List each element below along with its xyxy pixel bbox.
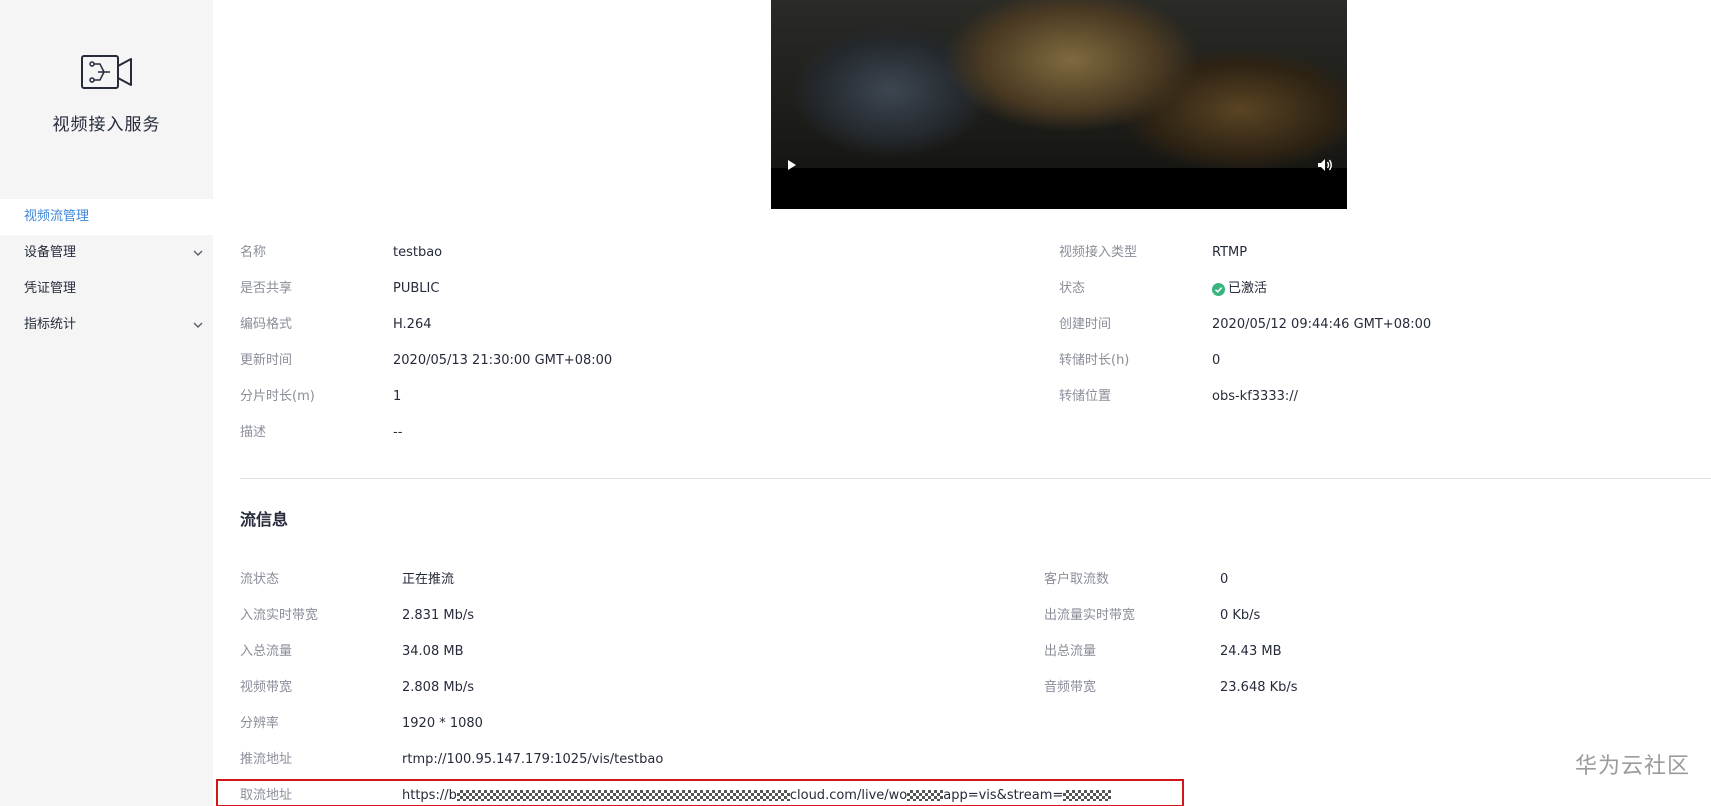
segment-value: 1 [393,389,402,404]
video-controls [771,150,1347,182]
detail-row: 是否共享 PUBLIC 状态 已激活 [240,271,1711,307]
detail-row: 更新时间 2020/05/13 21:30:00 GMT+08:00 转储时长(… [240,343,1711,379]
codec-label: 编码格式 [240,317,293,332]
name-label: 名称 [240,245,267,260]
out-total-label: 出总流量 [1044,644,1097,659]
resolution-value: 1920 * 1080 [402,716,483,731]
in-bandwidth-label: 入流实时带宽 [240,608,319,623]
volume-icon[interactable] [1317,158,1333,175]
watermark: 华为云社区 [1574,754,1690,779]
highlight-box [216,779,1184,806]
segment-label: 分片时长(m) [240,389,315,404]
sidebar-item-metrics[interactable]: 指标统计 [0,307,213,343]
video-bandwidth-value: 2.808 Mb/s [402,680,474,695]
stream-status-value: 正在推流 [402,572,455,587]
dump-duration-value: 0 [1212,353,1221,368]
audio-bandwidth-value: 23.648 Kb/s [1220,680,1298,695]
in-total-value: 34.08 MB [402,644,464,659]
video-player[interactable] [771,0,1347,209]
share-value: PUBLIC [393,281,440,296]
updated-label: 更新时间 [240,353,293,368]
sidebar-item-label: 指标统计 [24,317,77,332]
desc-label: 描述 [240,425,267,440]
sidebar-item-device-management[interactable]: 设备管理 [0,235,213,271]
detail-row: 名称 testbao 视频接入类型 RTMP [240,235,1711,271]
video-frame [771,0,1347,168]
push-url-value[interactable]: rtmp://100.95.147.179:1025/vis/testbao [402,742,663,778]
video-bandwidth-label: 视频带宽 [240,680,293,695]
stream-row: 入流实时带宽 2.831 Mb/s 出流量实时带宽 0 Kb/s [240,598,1711,634]
dump-duration-label: 转储时长(h) [1059,353,1130,368]
section-divider [240,478,1711,479]
resolution-label: 分辨率 [240,716,280,731]
out-bandwidth-value: 0 Kb/s [1220,608,1261,623]
play-icon[interactable] [787,159,797,174]
type-label: 视频接入类型 [1059,245,1138,260]
clients-label: 客户取流数 [1044,572,1110,587]
sidebar-item-label: 凭证管理 [24,281,77,296]
sidebar-item-label: 视频流管理 [24,209,90,224]
stream-row: 推流地址 rtmp://100.95.147.179:1025/vis/test… [240,742,1711,778]
name-value: testbao [393,245,443,260]
service-header: 视频接入服务 [0,52,213,135]
detail-row: 分片时长(m) 1 转储位置 obs-kf3333:// [240,379,1711,415]
stream-row: 视频带宽 2.808 Mb/s 音频带宽 23.648 Kb/s [240,670,1711,706]
detail-row: 编码格式 H.264 创建时间 2020/05/12 09:44:46 GMT+… [240,307,1711,343]
audio-bandwidth-label: 音频带宽 [1044,680,1097,695]
status-badge: 已激活 [1212,271,1267,307]
desc-value: -- [393,425,403,440]
status-text: 已激活 [1228,281,1268,296]
push-url-label: 推流地址 [240,752,293,767]
out-total-value: 24.43 MB [1220,644,1282,659]
dump-location-label: 转储位置 [1059,389,1112,404]
updated-value: 2020/05/13 21:30:00 GMT+08:00 [393,353,613,368]
sidebar-item-credential-management[interactable]: 凭证管理 [0,271,213,307]
stream-row: 入总流量 34.08 MB 出总流量 24.43 MB [240,634,1711,670]
service-title: 视频接入服务 [52,115,161,135]
type-value: RTMP [1212,245,1248,260]
sidebar: 视频接入服务 视频流管理 设备管理 凭证管理 指标统计 [0,0,213,806]
share-label: 是否共享 [240,281,293,296]
stream-info-title: 流信息 [240,510,289,529]
in-total-label: 入总流量 [240,644,293,659]
clients-value: 0 [1220,572,1229,587]
dump-location-value: obs-kf3333:// [1212,389,1298,404]
chevron-down-icon [193,307,203,343]
main-content: 名称 testbao 视频接入类型 RTMP 是否共享 PUBLIC 状态 已激… [213,0,1711,806]
sidebar-menu: 视频流管理 设备管理 凭证管理 指标统计 [0,199,213,343]
detail-row: 描述 -- [240,415,1711,451]
created-value: 2020/05/12 09:44:46 GMT+08:00 [1212,317,1432,332]
sidebar-item-label: 设备管理 [24,245,77,260]
status-label: 状态 [1059,281,1086,296]
stream-status-label: 流状态 [240,572,280,587]
out-bandwidth-label: 出流量实时带宽 [1044,608,1136,623]
stream-row: 分辨率 1920 * 1080 [240,706,1711,742]
created-label: 创建时间 [1059,317,1112,332]
sidebar-item-stream-management[interactable]: 视频流管理 [0,199,213,235]
stream-row: 流状态 正在推流 客户取流数 0 [240,562,1711,598]
chevron-down-icon [193,235,203,271]
check-circle-icon [1212,282,1225,296]
video-camera-icon [80,55,132,89]
in-bandwidth-value: 2.831 Mb/s [402,608,474,623]
codec-value: H.264 [393,317,432,332]
